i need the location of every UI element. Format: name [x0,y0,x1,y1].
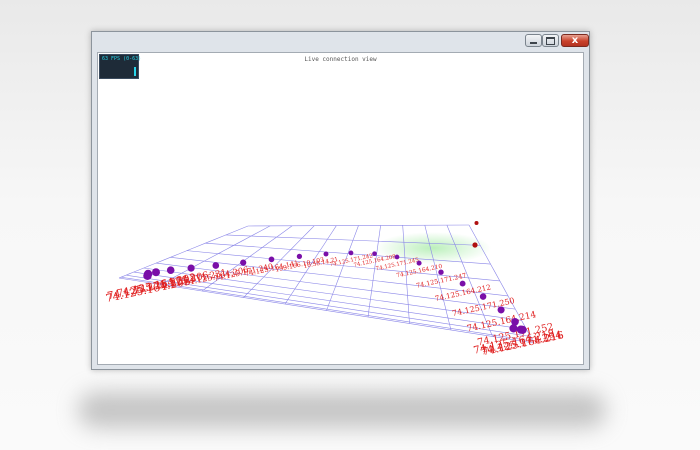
connection-node [394,254,400,260]
connection-node [438,269,444,275]
window-reflection-shadow [78,392,606,428]
close-icon: x [571,34,579,46]
alert-node [472,242,478,248]
connection-node [416,260,422,266]
connection-node [143,269,153,279]
maximize-button[interactable] [542,34,559,47]
connection-node [459,280,466,287]
connection-node [187,264,195,272]
connection-node [509,324,518,333]
alert-node [474,221,479,225]
connection-node [166,266,175,275]
connection-node [348,250,354,256]
connection-node [212,262,220,269]
connection-graph-3d[interactable]: 74.125.164.20374.125.171.23174.125.164.2… [98,53,583,364]
fps-meter [134,67,136,76]
app-window: x 74.125.164.203 74.125.171.231 74.125.164… [91,31,590,370]
close-button[interactable]: x [561,34,589,47]
connection-node [296,253,303,260]
connection-node [268,256,275,263]
minimize-button[interactable] [525,34,542,47]
view-title: Live connection view [304,56,377,63]
connection-node [497,306,505,314]
connection-node [323,251,329,257]
minimize-icon [530,41,537,44]
title-bar[interactable]: x [92,32,589,52]
viewport[interactable]: 74.125.164.203 74.125.171.231 74.125.164.2… [97,52,584,365]
connection-node [479,293,487,300]
maximize-icon [546,36,555,45]
connection-node [516,325,525,334]
connection-node [152,268,160,277]
connection-node [240,259,247,266]
connection-node [372,251,377,257]
